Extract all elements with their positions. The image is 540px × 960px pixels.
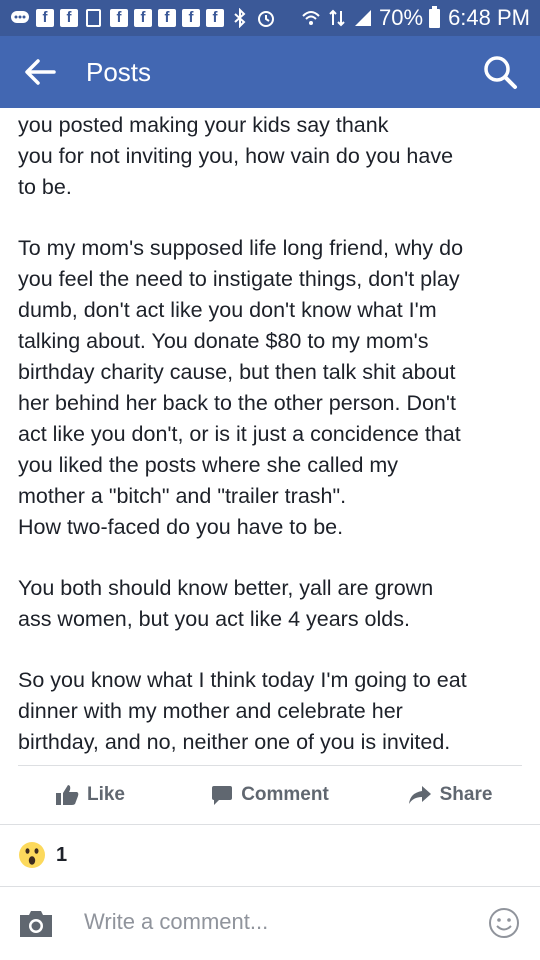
back-arrow-icon[interactable]: [24, 58, 56, 86]
post-actions: Like Comment Share: [0, 766, 540, 824]
comment-icon: [212, 786, 233, 805]
post-paragraph: You both should know better, yall are gr…: [18, 576, 434, 631]
notification-icons: f f f f f f f: [10, 7, 276, 29]
facebook-notification-icon: f: [60, 9, 78, 27]
post-paragraph: you posted making your kids say thank yo…: [18, 113, 454, 199]
comment-label: Comment: [241, 784, 329, 805]
emoji-icon[interactable]: [488, 907, 520, 939]
facebook-notification-icon: f: [158, 9, 176, 27]
post-paragraph: To my mom's supposed life long friend, w…: [18, 236, 464, 539]
share-arrow-icon: [408, 786, 431, 804]
alarm-icon: [258, 11, 274, 27]
facebook-notification-icon: f: [36, 9, 54, 27]
status-right: 70% 6:48 PM: [301, 5, 530, 31]
like-label: Like: [86, 784, 126, 805]
thumbs-up-icon: [55, 785, 79, 805]
facebook-notification-icon: f: [206, 9, 224, 27]
screenshot-icon: [86, 9, 101, 27]
divider: [0, 824, 540, 825]
reactions-summary[interactable]: 1: [18, 840, 67, 870]
battery-icon: [429, 5, 441, 28]
facebook-notification-icon: f: [134, 9, 152, 27]
comment-composer: Write a comment...: [0, 887, 540, 960]
wifi-icon: [302, 11, 320, 25]
app-bar: Posts: [0, 36, 540, 108]
search-icon[interactable]: [482, 54, 518, 90]
comment-button[interactable]: Comment: [180, 766, 360, 824]
post-paragraph: So you know what I think today I'm going…: [18, 668, 467, 754]
signal-icon: [355, 10, 372, 26]
page-title: Posts: [86, 57, 152, 87]
like-button[interactable]: Like: [0, 766, 180, 824]
messenger-icon: [11, 11, 29, 23]
comment-input[interactable]: Write a comment...: [84, 909, 268, 935]
reaction-count: 1: [56, 843, 68, 866]
facebook-notification-icon: f: [110, 9, 128, 27]
camera-icon[interactable]: [18, 909, 54, 939]
clock: 6:48 PM: [448, 5, 530, 30]
status-bar: f f f f f f f 70% 6:48 PM: [0, 0, 540, 36]
post-body: you posted making your kids say thank yo…: [18, 110, 526, 788]
facebook-notification-icon: f: [182, 9, 200, 27]
share-label: Share: [439, 784, 493, 805]
bluetooth-icon: [234, 8, 246, 28]
wow-reaction-icon: [19, 842, 45, 868]
share-button[interactable]: Share: [360, 766, 540, 824]
battery-percent: 70%: [379, 5, 424, 30]
data-icon: [329, 9, 345, 27]
